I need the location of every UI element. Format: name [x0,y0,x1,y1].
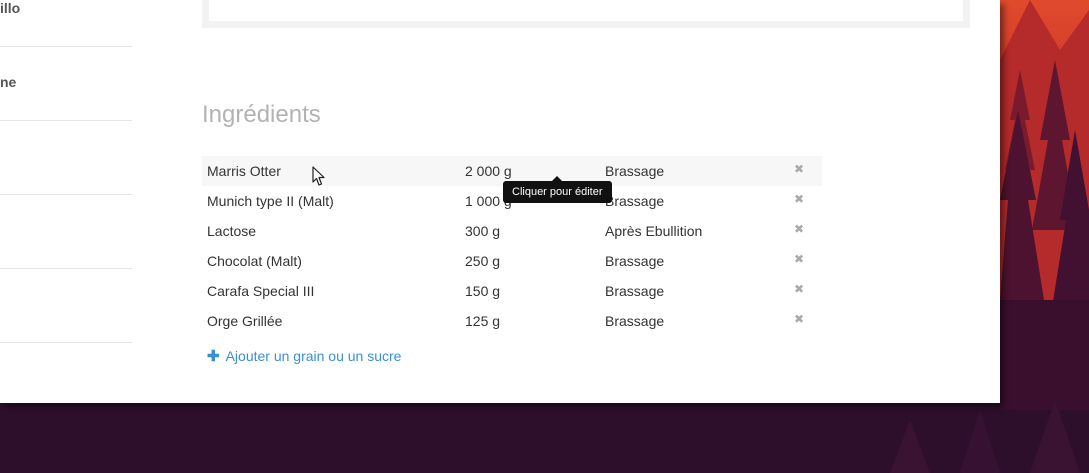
sidebar-item-5[interactable] [0,268,132,343]
plus-icon: ✚ [207,348,220,365]
sidebar: illo ne [0,0,132,403]
remove-icon[interactable]: ✖ [794,252,804,266]
top-card [202,0,970,28]
ingredient-name[interactable]: Marris Otter [207,163,281,179]
ingredient-stage[interactable]: Brassage [605,253,664,269]
section-title: Ingrédients [202,101,321,128]
sidebar-item-2[interactable]: ne [0,46,132,121]
top-card-body [209,0,963,21]
remove-icon[interactable]: ✖ [794,192,804,206]
ingredient-name[interactable]: Lactose [207,223,256,239]
ingredient-name[interactable]: Orge Grillée [207,313,282,329]
remove-icon[interactable]: ✖ [794,312,804,326]
mouse-cursor-icon [312,166,325,186]
browser-page: illo ne Ingrédients Marris Otter 2 000 g… [0,0,1000,403]
remove-icon[interactable]: ✖ [794,282,804,296]
ingredient-stage[interactable]: Brassage [605,283,664,299]
ingredient-name[interactable]: Carafa Special III [207,283,314,299]
sidebar-item-4[interactable] [0,194,132,269]
sidebar-item-label: illo [0,0,21,16]
add-ingredient-label: Ajouter un grain ou un sucre [225,348,402,364]
ingredient-stage[interactable]: Brassage [605,193,664,209]
table-row[interactable]: Orge Grillée 125 g Brassage ✖ [202,306,822,336]
sidebar-item-1[interactable]: illo [0,0,132,47]
ingredient-name[interactable]: Chocolat (Malt) [207,253,302,269]
edit-tooltip: Cliquer pour éditer [503,176,612,203]
sidebar-item-label: ne [0,74,17,90]
table-row[interactable]: Carafa Special III 150 g Brassage ✖ [202,276,822,306]
ingredient-name[interactable]: Munich type II (Malt) [207,193,334,209]
ingredient-quantity[interactable]: 125 g [465,313,500,329]
ingredient-quantity[interactable]: 300 g [465,223,500,239]
remove-icon[interactable]: ✖ [794,222,804,236]
forest-illustration [1000,0,1089,410]
ingredient-stage[interactable]: Brassage [605,313,664,329]
ingredient-quantity[interactable]: 2 000 g [465,163,512,179]
ingredient-stage[interactable]: Après Ebullition [605,223,702,239]
remove-icon[interactable]: ✖ [794,162,804,176]
desktop-wallpaper [1000,0,1089,410]
ingredient-stage[interactable]: Brassage [605,163,664,179]
table-row[interactable]: Chocolat (Malt) 250 g Brassage ✖ [202,246,822,276]
sidebar-item-3[interactable] [0,120,132,195]
table-row[interactable]: Lactose 300 g Après Ebullition ✖ [202,216,822,246]
ingredient-quantity[interactable]: 150 g [465,283,500,299]
add-ingredient-link[interactable]: ✚ Ajouter un grain ou un sucre [207,347,401,365]
ingredient-quantity[interactable]: 250 g [465,253,500,269]
